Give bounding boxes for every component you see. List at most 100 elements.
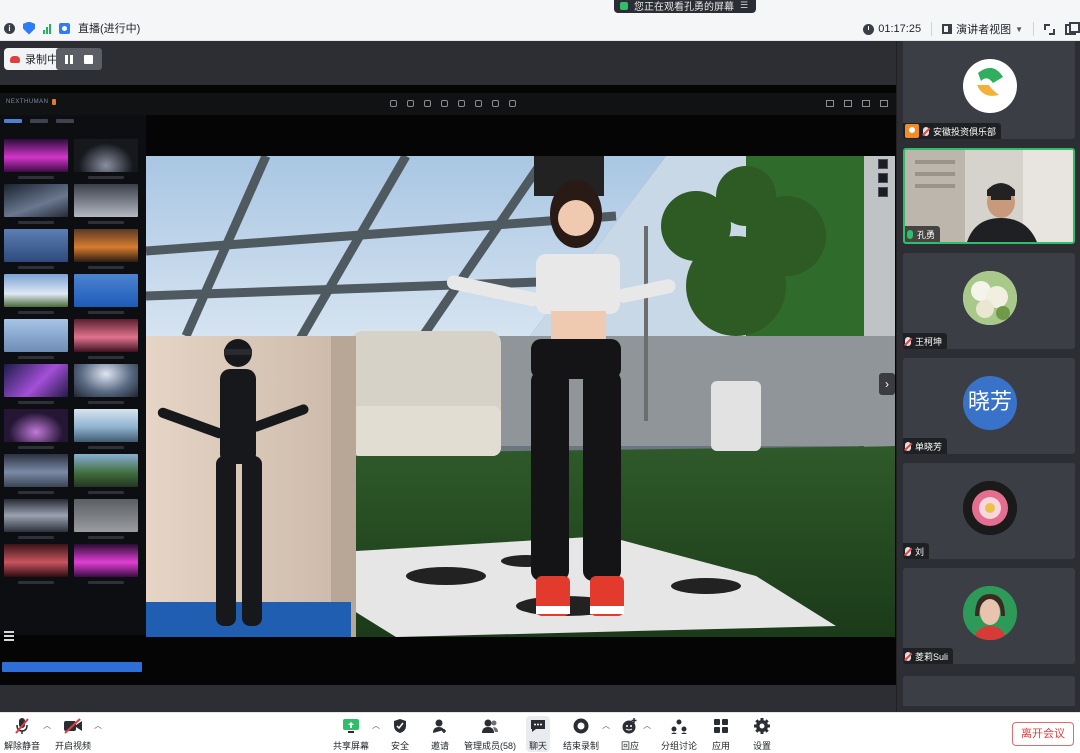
participant-name-tag: 单晓芳 xyxy=(903,438,948,454)
pop-out-window-icon[interactable] xyxy=(1065,21,1080,35)
clock-icon xyxy=(863,23,875,35)
scene-thumbnail[interactable] xyxy=(4,499,68,544)
fullscreen-icon[interactable] xyxy=(1044,23,1055,35)
participant-name-tag: 孔勇 xyxy=(905,226,941,242)
participant-name: 刘 xyxy=(915,546,925,557)
apply-scene-button[interactable] xyxy=(2,662,142,672)
stop-recording-button[interactable] xyxy=(83,54,93,64)
scene-thumbnail[interactable] xyxy=(4,364,68,409)
unmute-button[interactable]: 解除静音 ︿ xyxy=(4,716,51,752)
participant-name: 安徽投资俱乐部 xyxy=(933,126,997,137)
scene-thumbnail[interactable] xyxy=(74,184,138,229)
reactions-label: 回应 xyxy=(620,741,639,751)
scene-thumbnail-grid xyxy=(4,139,140,589)
speaker-view-icon xyxy=(942,24,953,34)
viewing-indicator[interactable]: 您正在观看孔勇的屏幕 ☰ xyxy=(614,0,757,13)
recording-indicator[interactable]: 录制中 xyxy=(4,48,64,70)
avatar xyxy=(963,481,1017,535)
participant-name-tag: 菱莉Suli xyxy=(903,648,954,664)
virtual-studio-viewport xyxy=(146,156,895,637)
chevron-up-icon[interactable]: ︿ xyxy=(372,720,380,731)
scene-thumbnail[interactable] xyxy=(4,409,68,454)
chevron-up-icon[interactable]: ︿ xyxy=(94,720,102,731)
chevron-up-icon[interactable]: ︿ xyxy=(43,720,51,731)
scene-thumbnail[interactable] xyxy=(74,499,138,544)
security-shield-icon[interactable] xyxy=(23,21,35,35)
pause-recording-button[interactable] xyxy=(65,54,74,64)
scene-thumbnail[interactable] xyxy=(4,319,68,364)
scene-thumbnail[interactable] xyxy=(4,544,68,589)
top-status-group: i 直播(进行中) xyxy=(4,20,140,36)
mic-muted-icon xyxy=(905,336,911,346)
chat-label: 聊天 xyxy=(528,741,547,751)
viewport-tool-icon[interactable] xyxy=(878,173,888,183)
record-stop-icon xyxy=(571,716,591,736)
scene-thumbnail[interactable] xyxy=(74,409,138,454)
chevron-down-icon[interactable]: ▼ xyxy=(1015,25,1023,34)
scene-thumbnail[interactable] xyxy=(74,229,138,274)
participant-tile[interactable]: 刘 xyxy=(903,463,1075,559)
participant-tile-active-speaker[interactable]: 孔勇 xyxy=(903,148,1075,244)
scene-thumbnail[interactable] xyxy=(74,544,138,589)
avatar xyxy=(963,271,1017,325)
portrait-avatar-icon xyxy=(963,586,1017,640)
recording-controls xyxy=(56,48,102,70)
participant-tile[interactable]: 晓芳 单晓芳 xyxy=(903,358,1075,454)
settings-button[interactable]: 设置 xyxy=(752,716,772,752)
scene-thumbnail[interactable] xyxy=(74,139,138,184)
scene-thumbnail[interactable] xyxy=(4,274,68,319)
shared-app-tools xyxy=(390,100,516,107)
invite-button[interactable]: 邀请 xyxy=(430,716,450,752)
emoji-icon xyxy=(620,716,640,736)
reactions-button[interactable]: 回应 ︿ xyxy=(620,716,651,752)
scene-thumbnail[interactable] xyxy=(74,454,138,499)
end-recording-button[interactable]: 结束录制 ︿ xyxy=(563,716,610,752)
network-signal-icon[interactable] xyxy=(43,23,51,34)
list-icon[interactable] xyxy=(4,631,14,641)
scene-thumbnail[interactable] xyxy=(74,364,138,409)
participant-tile[interactable]: 安徽投资俱乐部 xyxy=(903,41,1075,139)
breakout-icon xyxy=(669,716,689,736)
info-icon[interactable]: i xyxy=(4,22,15,34)
meeting-timer: 01:17:25 xyxy=(878,23,922,35)
next-page-arrow[interactable]: › xyxy=(879,373,895,395)
live-status[interactable]: 直播(进行中) xyxy=(78,20,140,36)
participant-tile[interactable]: 菱莉Suli xyxy=(903,568,1075,664)
chevron-up-icon[interactable]: ︿ xyxy=(602,720,610,731)
avatar xyxy=(963,586,1017,640)
view-mode-select[interactable]: 演讲者视图 xyxy=(956,21,1011,37)
breakout-rooms-button[interactable]: 分组讨论 xyxy=(661,716,697,752)
scene-thumbnail[interactable] xyxy=(4,139,68,184)
viewport-tool-icon[interactable] xyxy=(878,187,888,197)
scene-thumbnail[interactable] xyxy=(74,274,138,319)
add-user-icon xyxy=(430,716,450,736)
scene-thumbnail[interactable] xyxy=(74,319,138,364)
live-icon xyxy=(59,22,70,34)
share-screen-button[interactable]: 共享屏幕 ︿ xyxy=(333,716,380,752)
chevron-up-icon[interactable]: ︿ xyxy=(643,720,651,731)
scene-thumbnail[interactable] xyxy=(4,454,68,499)
end-recording-label: 结束录制 xyxy=(563,741,600,751)
chat-button[interactable]: 聊天 xyxy=(526,716,550,752)
recording-label: 录制中 xyxy=(25,54,58,66)
scene-thumbnail[interactable] xyxy=(4,184,68,229)
viewport-tools xyxy=(878,159,888,197)
apps-button[interactable]: 应用 xyxy=(711,716,731,752)
mic-muted-icon xyxy=(905,651,911,661)
leave-meeting-button[interactable]: 离开会议 xyxy=(1012,722,1074,746)
club-logo-icon xyxy=(977,67,1003,96)
apps-grid-icon xyxy=(711,716,731,736)
start-video-button[interactable]: 开启视频 ︿ xyxy=(55,716,102,752)
divider xyxy=(1033,22,1034,36)
share-screen-label: 共享屏幕 xyxy=(333,741,370,751)
participant-tile[interactable] xyxy=(903,676,1075,706)
viewport-tool-icon[interactable] xyxy=(878,159,888,169)
meeting-top-bar: i 直播(进行中) 您正在观看孔勇的屏幕 ☰ 01:17:25 演讲者视图 ▼ xyxy=(0,0,1080,41)
mic-muted-icon xyxy=(12,716,32,736)
scene-thumbnail[interactable] xyxy=(4,229,68,274)
security-button[interactable]: 安全 xyxy=(390,716,410,752)
menu-icon[interactable]: ☰ xyxy=(740,0,748,11)
participant-tile[interactable]: 王柯坤 xyxy=(903,253,1075,349)
manage-members-button[interactable]: 管理成员(58) xyxy=(464,716,516,752)
apps-label: 应用 xyxy=(711,741,730,751)
